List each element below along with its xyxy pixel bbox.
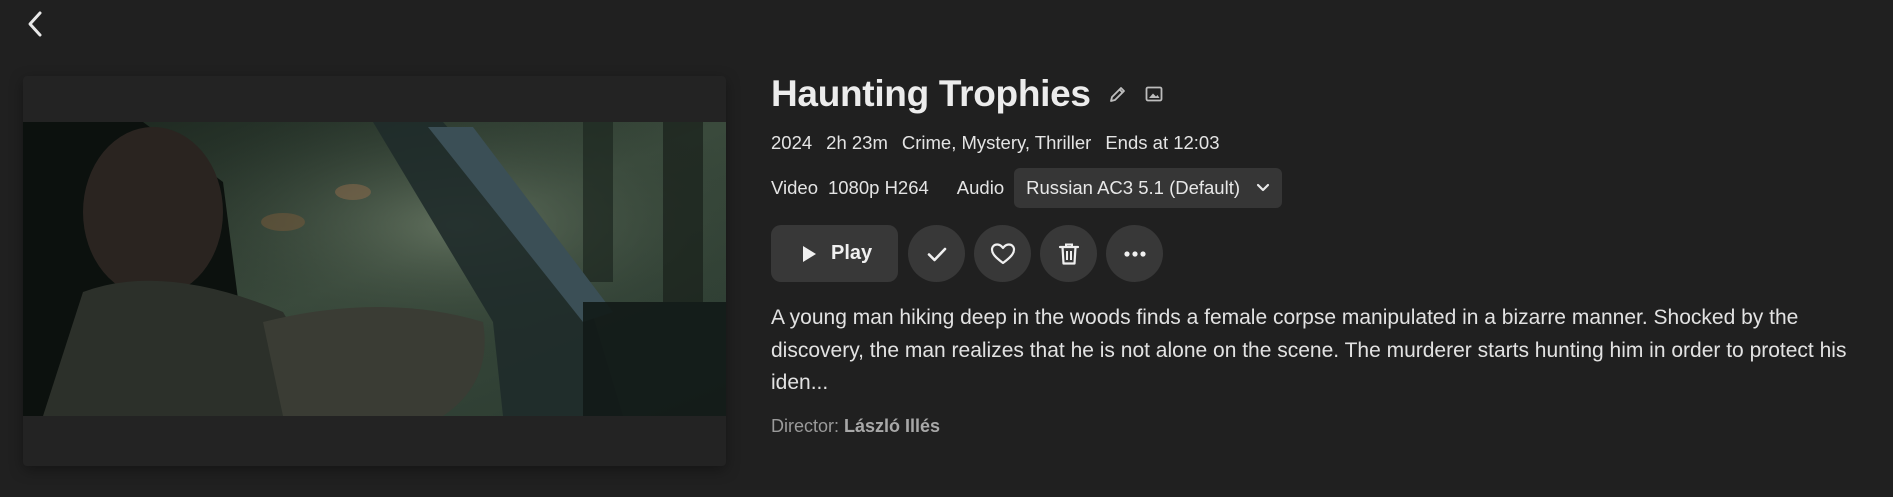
edit-button[interactable] (1103, 79, 1133, 109)
back-button[interactable] (18, 6, 54, 42)
year: 2024 (771, 132, 813, 153)
check-icon (927, 247, 946, 261)
director-label: Director: (771, 415, 840, 436)
video-label: Video (771, 177, 818, 198)
play-label: Play (831, 242, 873, 264)
overview-text: A young man hiking deep in the woods fin… (771, 306, 1847, 394)
backdrop-image (23, 122, 726, 416)
heart-icon (990, 242, 1015, 264)
edit-images-button[interactable] (1139, 79, 1169, 109)
details-panel: Haunting Trophies 2024 2h 23m Crime, Mys… (771, 66, 1871, 437)
genres: Crime, Mystery, Thriller (901, 132, 1092, 153)
image-icon (1145, 86, 1163, 102)
audio-select[interactable]: Russian AC3 5.1 (Default) (1014, 168, 1283, 208)
action-bar: Play (771, 225, 1871, 282)
play-icon (801, 245, 817, 263)
video-value: 1080p H264 (827, 177, 929, 198)
chevron-down-icon (1256, 183, 1270, 193)
delete-button[interactable] (1040, 225, 1098, 282)
play-button[interactable]: Play (771, 225, 899, 282)
pencil-icon (1109, 87, 1125, 102)
director-credit: Director: László Illés (771, 416, 1871, 437)
more-button[interactable] (1106, 225, 1164, 282)
backdrop-card (23, 76, 726, 466)
mark-played-button[interactable] (908, 225, 966, 282)
audio-selected-value: Russian AC3 5.1 (Default) (1026, 177, 1241, 198)
meta-row: 2024 2h 23m Crime, Mystery, Thriller End… (771, 132, 1871, 154)
page-title: Haunting Trophies (771, 73, 1091, 114)
director-name[interactable]: László Illés (844, 416, 940, 436)
audio-label: Audio (956, 177, 1005, 198)
more-icon (1124, 250, 1146, 257)
stream-info: Video 1080p H264 Audio Russian AC3 5.1 (… (771, 168, 1871, 208)
ends-at: Ends at 12:03 (1105, 132, 1220, 153)
runtime: 2h 23m (826, 132, 888, 153)
trash-icon (1058, 243, 1079, 265)
chevron-left-icon (28, 11, 42, 37)
favorite-button[interactable] (974, 225, 1032, 282)
